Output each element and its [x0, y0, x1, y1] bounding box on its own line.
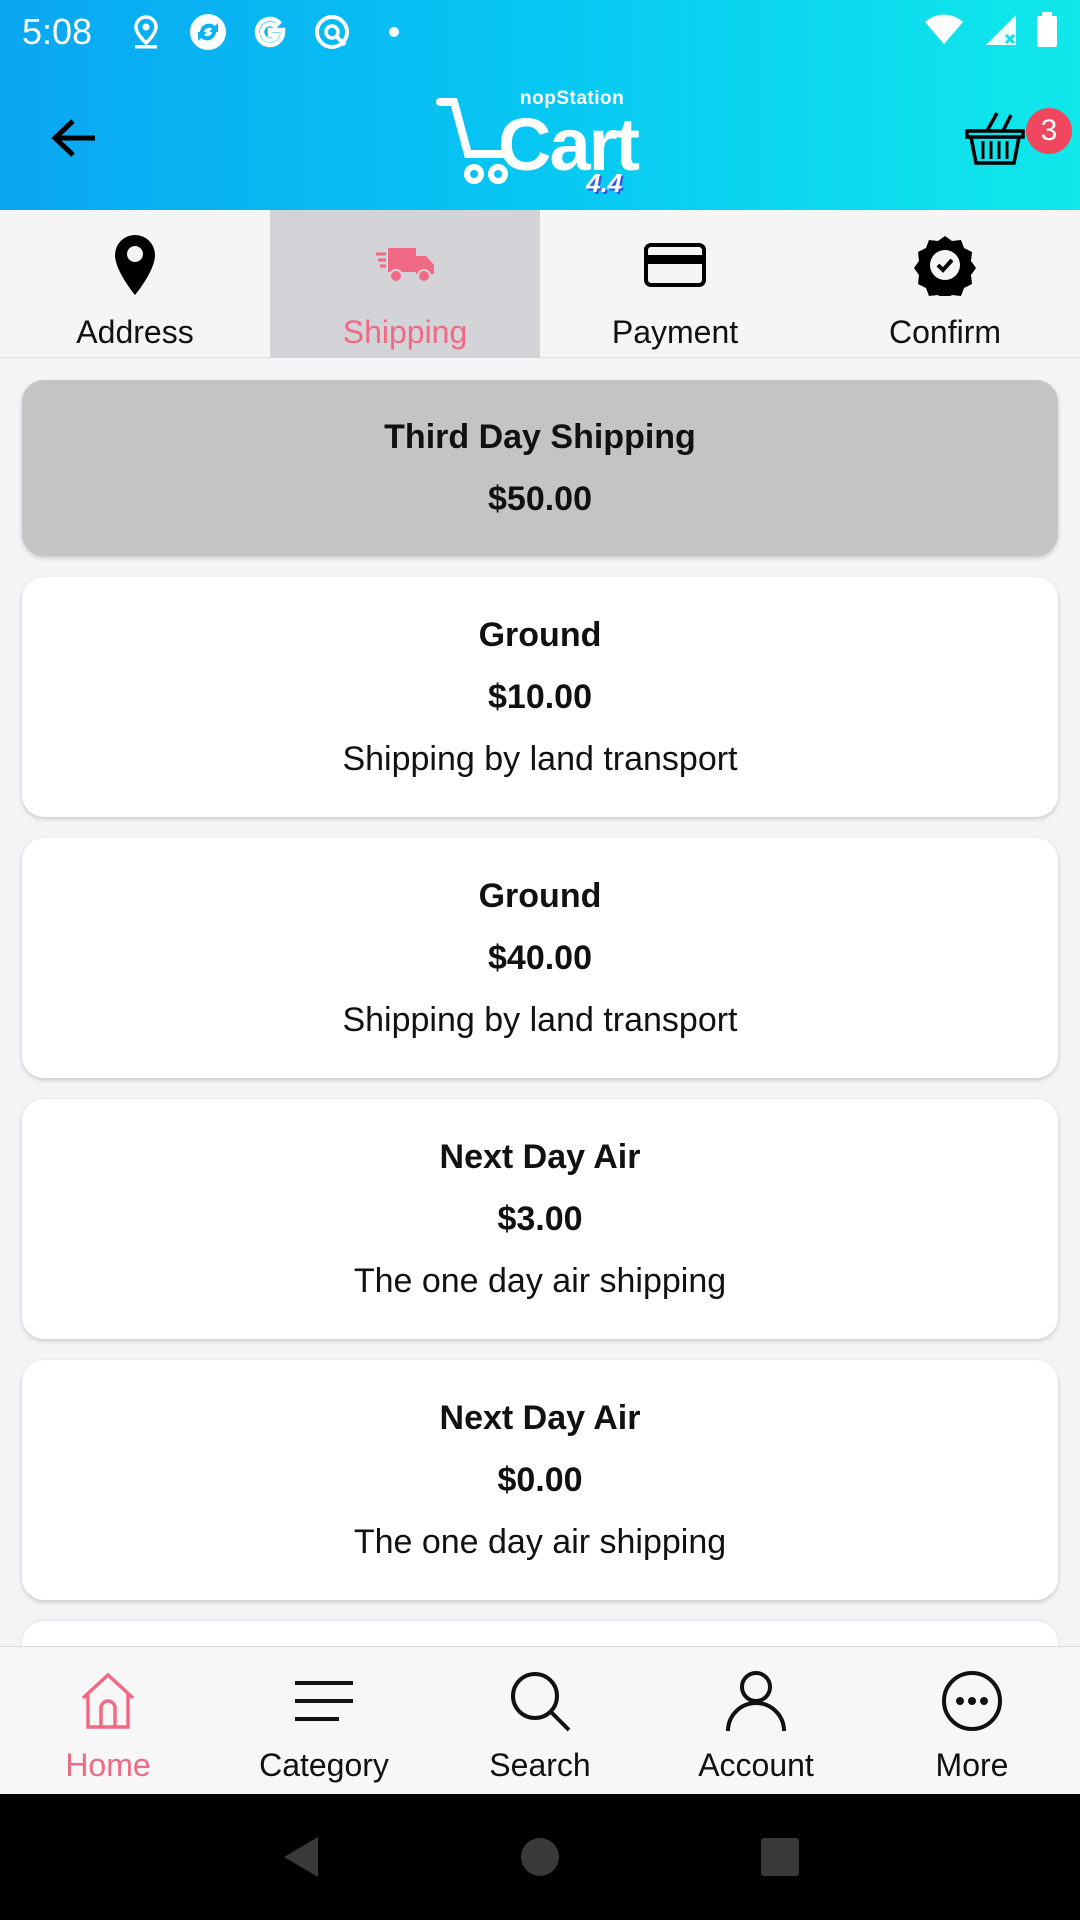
step-label: Address: [76, 314, 194, 350]
truck-icon: [374, 230, 436, 300]
home-icon: [77, 1669, 139, 1733]
shipping-options-list: Third Day Shipping $50.00 Ground $10.00 …: [22, 380, 1058, 1661]
arrow-left-icon: [51, 119, 95, 157]
option-name: Next Day Air: [439, 1399, 641, 1437]
nav-search[interactable]: Search: [432, 1647, 648, 1795]
nav-label: More: [935, 1747, 1009, 1783]
option-price: $50.00: [488, 480, 592, 518]
menu-icon: [293, 1669, 355, 1733]
dot-icon: [374, 12, 414, 52]
option-price: $3.00: [497, 1200, 583, 1238]
step-label: Confirm: [888, 314, 1001, 350]
status-time: 5:08: [22, 11, 93, 52]
option-description: Shipping by land transport: [342, 1001, 738, 1039]
shipping-option[interactable]: Ground $10.00 Shipping by land transport: [22, 577, 1058, 817]
nav-home[interactable]: Home: [0, 1647, 216, 1795]
step-label: Payment: [611, 314, 739, 350]
bottom-navigation: Home Category Search Account More: [0, 1646, 1080, 1794]
location-icon: [126, 12, 166, 52]
status-icons-right: [924, 11, 1058, 53]
option-description: Shipping by land transport: [342, 740, 738, 778]
battery-icon: [1036, 11, 1058, 53]
check-badge-icon: [914, 230, 976, 300]
signal-icon: [982, 13, 1018, 52]
checkout-steps: Address Shipping Payment Confirm: [0, 210, 1080, 358]
nav-more[interactable]: More: [864, 1647, 1080, 1795]
shipping-option[interactable]: Ground $40.00 Shipping by land transport: [22, 838, 1058, 1078]
square-recents-icon: [761, 1838, 799, 1876]
shipping-option[interactable]: Third Day Shipping $50.00: [22, 380, 1058, 556]
step-payment[interactable]: Payment: [540, 210, 810, 358]
basket-icon: [965, 112, 1025, 165]
step-address[interactable]: Address: [0, 210, 270, 358]
app-logo: nopStation Cart 4.4: [436, 86, 646, 198]
system-navigation-bar: [0, 1794, 1080, 1920]
step-shipping[interactable]: Shipping: [270, 210, 540, 358]
option-description: The one day air shipping: [353, 1523, 727, 1561]
app-bar: nopStation Cart 4.4 3: [0, 64, 1080, 210]
logo-version: 4.4: [586, 168, 623, 198]
app-header: 5:08 nopStation Cart 4.4 3: [0, 0, 1080, 210]
map-pin-icon: [113, 230, 157, 300]
shipping-option[interactable]: Next Day Air $3.00 The one day air shipp…: [22, 1099, 1058, 1339]
triangle-back-icon: [284, 1837, 318, 1877]
option-price: $0.00: [497, 1461, 583, 1499]
sync-icon: [188, 12, 228, 52]
system-back-button[interactable]: [270, 1827, 330, 1887]
option-name: Third Day Shipping: [384, 418, 696, 456]
status-icons-left: [126, 12, 414, 52]
option-name: Ground: [478, 877, 602, 915]
nav-label: Account: [698, 1747, 814, 1783]
system-home-button[interactable]: [510, 1827, 570, 1887]
option-description: The one day air shipping: [353, 1262, 727, 1300]
option-name: Ground: [478, 616, 602, 654]
nav-label: Category: [259, 1747, 389, 1783]
shipping-option[interactable]: Next Day Air $0.00 The one day air shipp…: [22, 1360, 1058, 1600]
nav-label: Home: [65, 1747, 151, 1783]
system-recents-button[interactable]: [750, 1827, 810, 1887]
status-bar: 5:08: [0, 0, 1080, 64]
search-icon: [508, 1669, 572, 1733]
step-confirm[interactable]: Confirm: [810, 210, 1080, 358]
option-name: Next Day Air: [439, 1138, 641, 1176]
circle-home-icon: [521, 1838, 559, 1876]
cart-button[interactable]: [960, 104, 1030, 174]
assistant-icon: [312, 12, 352, 52]
nav-account[interactable]: Account: [648, 1647, 864, 1795]
google-icon: [250, 12, 290, 52]
option-price: $10.00: [488, 678, 592, 716]
back-button[interactable]: [38, 102, 110, 174]
option-price: $40.00: [488, 939, 592, 977]
nav-category[interactable]: Category: [216, 1647, 432, 1795]
nav-label: Search: [489, 1747, 591, 1783]
step-label: Shipping: [342, 314, 468, 350]
user-icon: [725, 1669, 787, 1733]
cart-count-badge: 3: [1026, 108, 1072, 154]
more-icon: [941, 1669, 1003, 1733]
wifi-icon: [924, 14, 964, 51]
credit-card-icon: [644, 230, 706, 300]
